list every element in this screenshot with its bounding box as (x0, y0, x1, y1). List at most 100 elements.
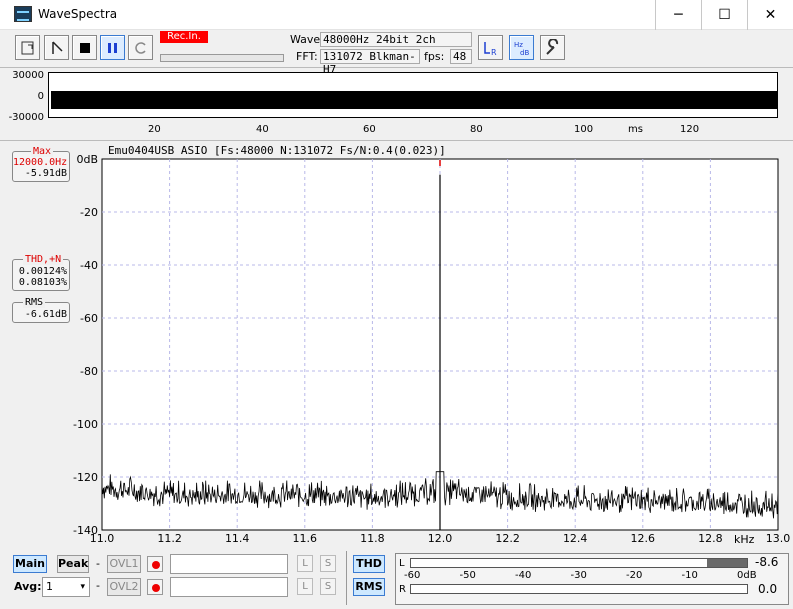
scope-x-label: 100 (574, 124, 594, 135)
peak-button[interactable]: Peak (57, 555, 89, 573)
pause-icon (108, 43, 117, 53)
waveform-scope: 30000 0 -30000 20 40 60 80 100 ms 120 (8, 69, 782, 135)
open-file-icon (21, 41, 34, 55)
open-file-button[interactable] (15, 35, 40, 60)
rms-button[interactable]: RMS (353, 578, 385, 596)
minimize-button[interactable]: ─ (655, 0, 701, 30)
level-scale-label: -60 (404, 570, 421, 581)
y-tick-label: -40 (80, 259, 98, 272)
spectrum-header: Emu0404USB ASIO [Fs:48000 N:131072 Fs/N:… (108, 144, 446, 157)
scope-x-unit: ms (628, 124, 643, 135)
overlay1-save-button[interactable]: S (320, 555, 336, 572)
chevron-down-icon: ▾ (80, 582, 85, 592)
overlay2-name-field[interactable] (170, 577, 288, 597)
y-tick-label: -60 (80, 312, 98, 325)
y-tick-label: 0dB (76, 153, 98, 166)
level-right-label: R (399, 584, 406, 595)
overlay2-save-button[interactable]: S (320, 578, 336, 595)
spectrum-panel: Max 12000.0Hz -5.91dB THD,+N 0.00124% 0.… (0, 140, 793, 546)
scope-x-label: 40 (256, 124, 269, 135)
x-tick-label: 12.2 (495, 532, 520, 545)
y-tick-label: -100 (73, 418, 98, 431)
scope-x-label: 120 (680, 124, 700, 135)
level-right-value: 0.0 (758, 582, 778, 596)
loop-button[interactable] (128, 35, 153, 60)
main-channel-button[interactable]: Main (13, 555, 47, 573)
divider (346, 551, 347, 605)
ovl1-button[interactable]: OVL1 (107, 555, 141, 573)
level-right-fill (411, 585, 747, 593)
svg-text:R: R (491, 48, 497, 57)
level-scale-label: -20 (626, 570, 643, 581)
fps-value: 48 (450, 49, 472, 64)
toolbar: Rec.In. Wave: 48000Hz 24bit 2ch FFT: 131… (0, 30, 793, 76)
scope-y-label: -30000 (8, 112, 44, 123)
rec-level-bar (160, 54, 284, 62)
avg-label: Avg: (14, 580, 42, 593)
x-axis-unit: kHz (734, 533, 755, 546)
settings-button[interactable] (540, 35, 565, 60)
level-right-bar (410, 584, 748, 594)
x-tick-label: 13.0 (766, 532, 791, 545)
channel-lr-icon: R (484, 42, 497, 57)
avg-select[interactable]: 1 ▾ (42, 577, 90, 597)
play-button[interactable] (44, 35, 69, 60)
overlay1-load-button[interactable]: L (297, 555, 313, 572)
thd-button[interactable]: THD (353, 555, 385, 573)
stop-button[interactable] (72, 35, 97, 60)
y-tick-label: -80 (80, 365, 98, 378)
overlay1-name-field[interactable] (170, 554, 288, 574)
window-title: WaveSpectra (38, 7, 118, 21)
scope-plot (48, 72, 778, 118)
level-scale-label: -10 (681, 570, 698, 581)
level-left-label: L (399, 558, 405, 569)
level-left-value: -8.6 (755, 555, 779, 569)
separator-dash: - (96, 579, 100, 592)
avg-select-value: 1 (46, 580, 53, 593)
x-tick-label: 11.2 (157, 532, 182, 545)
level-scale-label: -50 (459, 570, 476, 581)
scope-y-label: 30000 (12, 70, 44, 81)
overlay1-record-button[interactable] (147, 556, 163, 572)
level-scale-label: 0dB (737, 570, 757, 581)
level-scale-label: -30 (570, 570, 587, 581)
svg-text:Hz: Hz (514, 41, 523, 49)
playback-icon (52, 41, 63, 54)
stop-icon (80, 43, 90, 53)
fft-setting-value: 131072 Blkman-H7 (320, 49, 420, 76)
x-tick-label: 12.4 (563, 532, 588, 545)
close-button[interactable]: ✕ (747, 0, 793, 30)
wave-label: Wave: (290, 33, 324, 46)
level-scale: -60 -50 -40 -30 -20 -10 0dB (396, 570, 790, 582)
x-tick-label: 11.6 (293, 532, 318, 545)
bottom-controls: Main Peak - OVL1 L S Avg: 1 ▾ - OVL2 L S… (0, 547, 793, 609)
app-icon (14, 6, 32, 22)
scope-y-label: 0 (37, 91, 44, 102)
x-tick-label: 12.0 (428, 532, 453, 545)
scope-x-label: 80 (470, 124, 483, 135)
spectrum-chart: Emu0404USB ASIO [Fs:48000 N:131072 Fs/N:… (73, 144, 791, 546)
rec-in-indicator[interactable]: Rec.In. (160, 31, 208, 43)
hz-db-scale-button[interactable]: Hz dB (509, 35, 534, 60)
loop-icon (135, 42, 146, 54)
svg-text:dB: dB (520, 49, 529, 57)
x-tick-label: 11.4 (225, 532, 250, 545)
ovl2-button[interactable]: OVL2 (107, 578, 141, 596)
settings-wrench-icon (546, 39, 559, 55)
y-tick-label: -120 (73, 471, 98, 484)
overlay2-record-button[interactable] (147, 579, 163, 595)
y-tick-label: -20 (80, 206, 98, 219)
level-left-bar (410, 558, 748, 568)
level-meter: L -8.6 -60 -50 -40 -30 -20 -10 0dB R 0.0 (395, 553, 789, 605)
pause-button[interactable] (100, 35, 125, 60)
x-tick-label: 12.8 (698, 532, 723, 545)
scope-x-label: 60 (363, 124, 376, 135)
maximize-button[interactable]: ☐ (701, 0, 747, 30)
scope-waveform-trace (51, 91, 777, 109)
channel-lr-button[interactable]: R (478, 35, 503, 60)
overlay2-load-button[interactable]: L (297, 578, 313, 595)
x-tick-label: 11.8 (360, 532, 385, 545)
y-tick-label: -140 (73, 524, 98, 537)
level-scale-label: -40 (515, 570, 532, 581)
hz-db-scale-icon: HzdB (514, 41, 529, 57)
